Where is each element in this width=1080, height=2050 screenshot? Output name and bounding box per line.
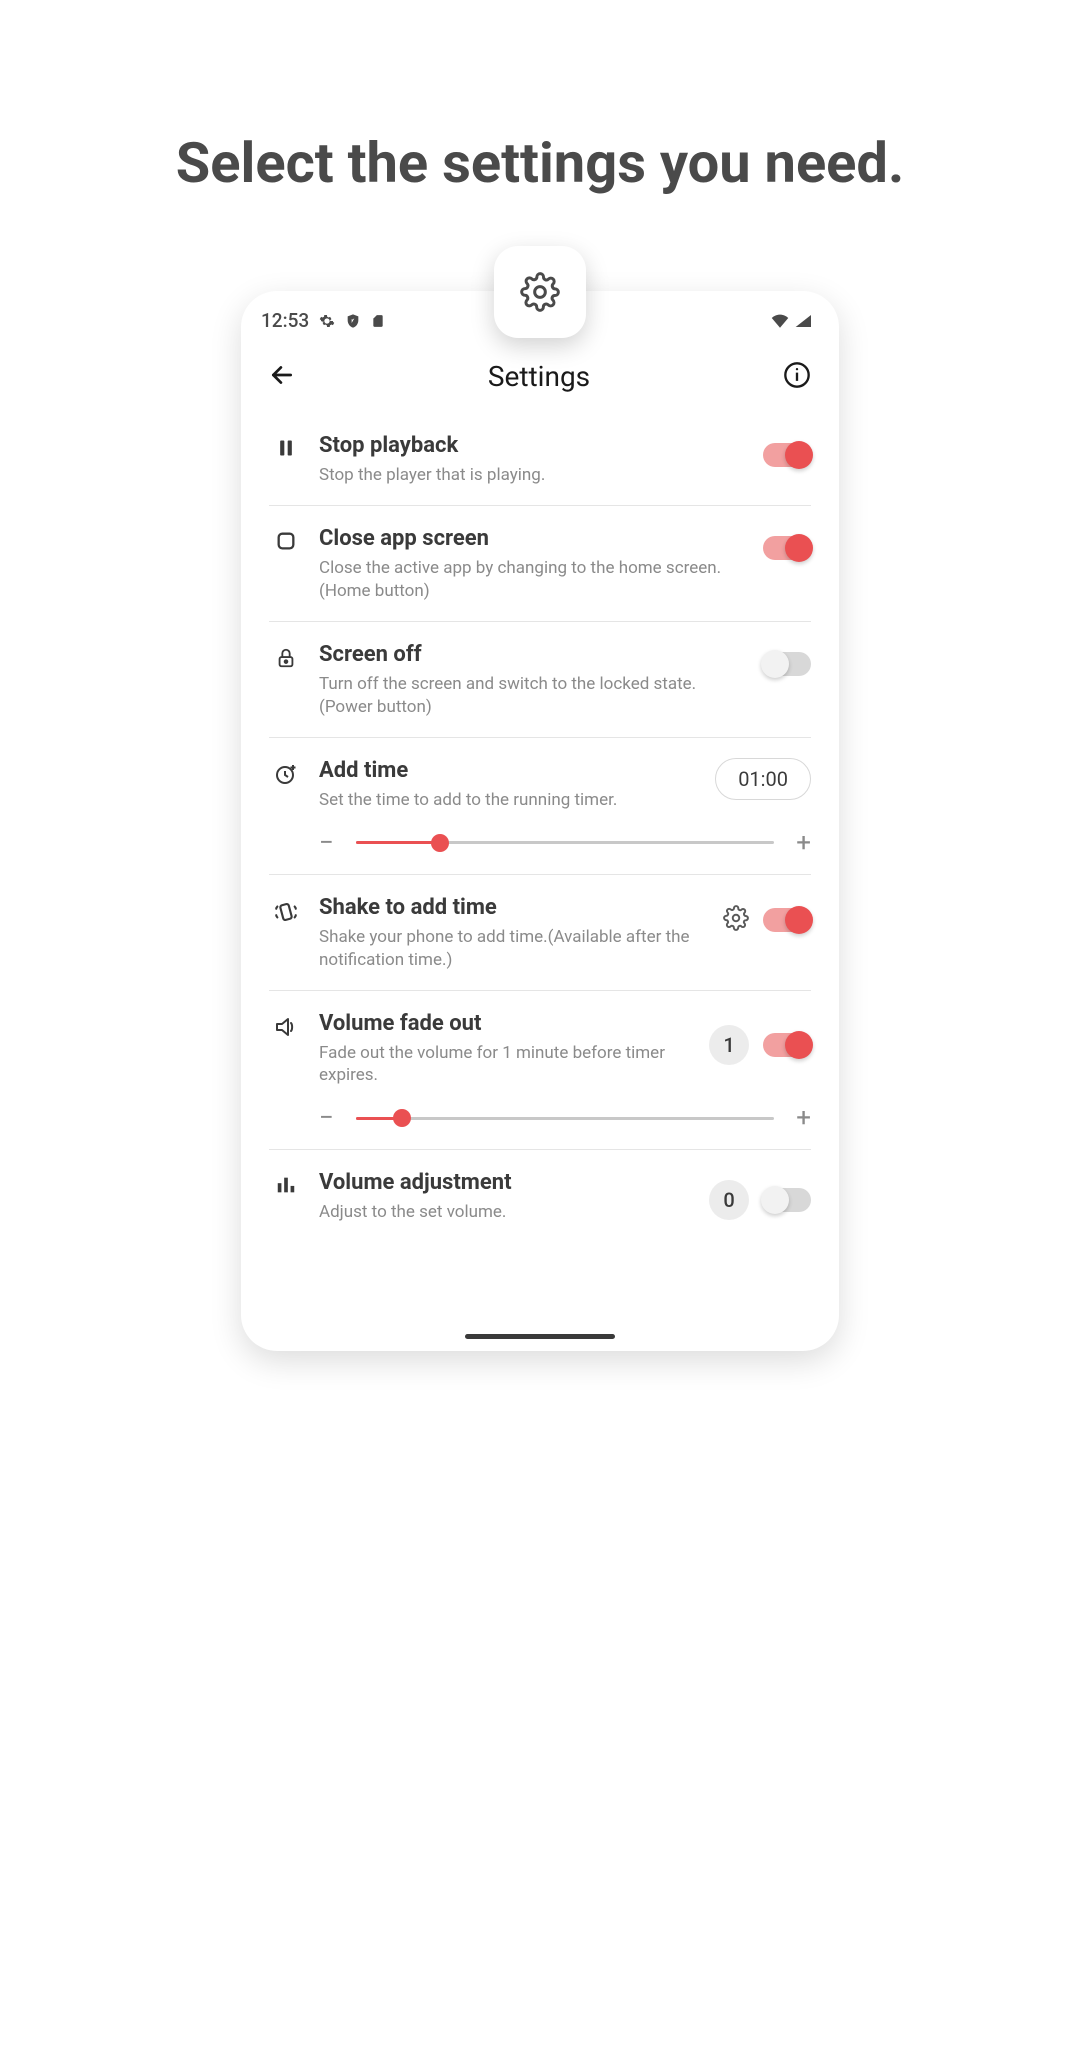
sd-icon bbox=[371, 313, 385, 329]
info-button[interactable] bbox=[783, 361, 811, 393]
row-title: Volume adjustment bbox=[319, 1170, 693, 1195]
gear-icon bbox=[723, 905, 749, 931]
slider-minus[interactable]: − bbox=[319, 1105, 334, 1131]
row-close-app: Close app screen Close the active app by… bbox=[269, 506, 811, 622]
toggle-stop-playback[interactable] bbox=[763, 443, 811, 467]
toggle-shake[interactable] bbox=[763, 908, 811, 932]
square-icon bbox=[275, 530, 297, 552]
app-bar: Settings bbox=[241, 332, 839, 413]
row-screen-off: Screen off Turn off the screen and switc… bbox=[269, 622, 811, 738]
row-desc: Close the active app by changing to the … bbox=[319, 557, 747, 603]
home-indicator[interactable] bbox=[465, 1334, 615, 1339]
slider-plus[interactable]: + bbox=[796, 830, 811, 856]
signal-icon bbox=[795, 314, 811, 328]
clock-plus-icon bbox=[274, 762, 298, 786]
row-desc: Fade out the volume for 1 minute before … bbox=[319, 1042, 697, 1088]
wifi-icon bbox=[771, 314, 789, 328]
row-desc: Shake your phone to add time.(Available … bbox=[319, 926, 707, 972]
shake-icon bbox=[273, 899, 299, 925]
slider-plus[interactable]: + bbox=[796, 1105, 811, 1131]
gear-badge bbox=[494, 246, 586, 338]
row-title: Screen off bbox=[319, 642, 747, 667]
gear-icon bbox=[520, 272, 560, 312]
toggle-screen-off[interactable] bbox=[763, 652, 811, 676]
status-time: 12:53 bbox=[261, 309, 309, 332]
row-desc: Adjust to the set volume. bbox=[319, 1201, 693, 1224]
toggle-close-app[interactable] bbox=[763, 536, 811, 560]
row-desc: Stop the player that is playing. bbox=[319, 464, 747, 487]
row-add-time: Add time Set the time to add to the runn… bbox=[269, 738, 811, 875]
add-time-value[interactable]: 01:00 bbox=[715, 758, 811, 800]
shield-icon bbox=[345, 313, 361, 329]
lock-icon bbox=[275, 646, 297, 670]
toggle-vol-adj[interactable] bbox=[763, 1188, 811, 1212]
speaker-icon bbox=[274, 1015, 298, 1039]
pause-icon bbox=[276, 437, 296, 459]
slider-minus[interactable]: − bbox=[319, 830, 334, 856]
row-title: Shake to add time bbox=[319, 895, 707, 920]
row-desc: Turn off the screen and switch to the lo… bbox=[319, 673, 747, 719]
page-title: Settings bbox=[488, 360, 590, 393]
fade-badge: 1 bbox=[709, 1025, 749, 1065]
toggle-fade[interactable] bbox=[763, 1033, 811, 1057]
voladj-badge: 0 bbox=[709, 1180, 749, 1220]
row-title: Add time bbox=[319, 758, 703, 783]
row-title: Volume fade out bbox=[319, 1011, 697, 1036]
row-stop-playback: Stop playback Stop the player that is pl… bbox=[269, 413, 811, 506]
add-time-slider[interactable] bbox=[356, 841, 774, 844]
row-title: Close app screen bbox=[319, 526, 747, 551]
row-title: Stop playback bbox=[319, 433, 747, 458]
fade-slider[interactable] bbox=[356, 1117, 774, 1120]
gear-small-icon bbox=[319, 313, 335, 329]
shake-settings-button[interactable] bbox=[723, 905, 749, 935]
row-shake: Shake to add time Shake your phone to ad… bbox=[269, 875, 811, 991]
bars-icon bbox=[275, 1174, 297, 1196]
page-headline: Select the settings you need. bbox=[0, 130, 1080, 196]
row-fade: Volume fade out Fade out the volume for … bbox=[269, 991, 811, 1151]
row-vol-adj: Volume adjustment Adjust to the set volu… bbox=[269, 1150, 811, 1242]
back-icon bbox=[269, 362, 295, 388]
info-icon bbox=[783, 361, 811, 389]
phone-frame: 12:53 Settings bbox=[241, 291, 839, 1351]
back-button[interactable] bbox=[269, 362, 295, 392]
row-desc: Set the time to add to the running timer… bbox=[319, 789, 703, 812]
